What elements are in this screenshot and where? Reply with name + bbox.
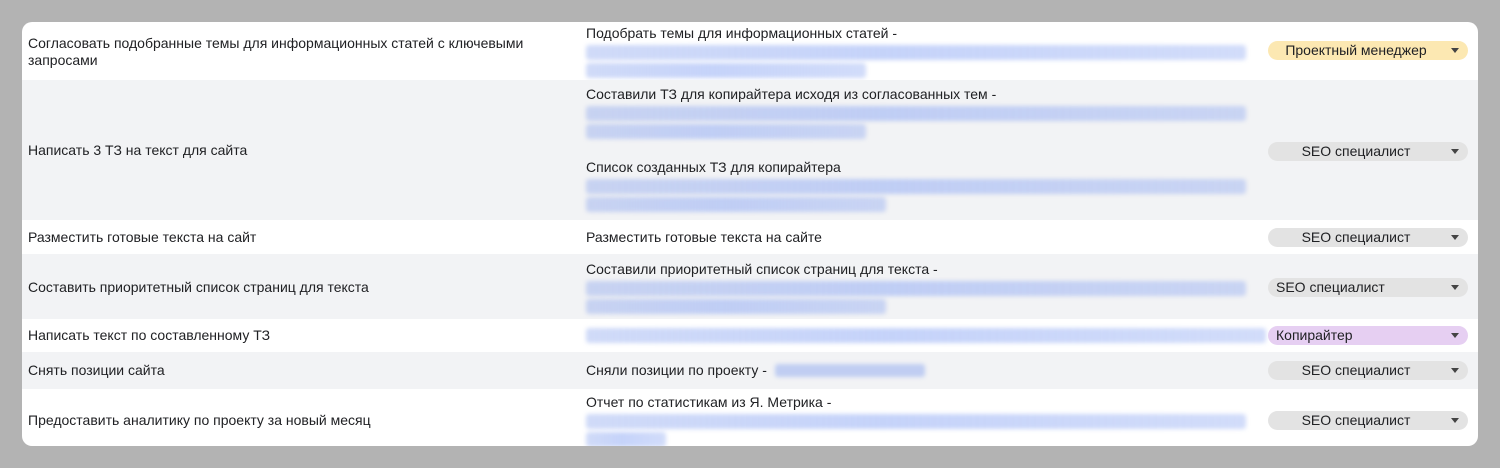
table-row: Написать текст по составленному ТЗ Копир… (22, 319, 1478, 352)
result-text: Список созданных ТЗ для копирайтера (586, 159, 841, 175)
result-link[interactable] (586, 124, 866, 139)
chevron-down-icon (1451, 285, 1459, 290)
result-link[interactable] (586, 45, 1246, 60)
result-text: Составили приоритетный список страниц дл… (586, 261, 938, 277)
task-cell: Написать 3 ТЗ на текст для сайта (28, 142, 248, 158)
role-label: SEO специалист (1276, 279, 1385, 295)
task-cell: Написать текст по составленному ТЗ (28, 327, 271, 343)
result-cell: Отчет по статистикам из Я. Метрика - (586, 394, 1276, 446)
result-cell: Составили ТЗ для копирайтера исходя из с… (586, 86, 1276, 212)
result-link[interactable] (586, 299, 886, 314)
result-link[interactable] (586, 328, 1266, 343)
chevron-down-icon (1451, 418, 1459, 423)
task-cell: Разместить готовые текста на сайт (28, 229, 257, 245)
table-row: Согласовать подобранные темы для информа… (22, 22, 1478, 80)
role-label: Копирайтер (1276, 327, 1353, 343)
chevron-down-icon (1451, 333, 1459, 338)
chevron-down-icon (1451, 48, 1459, 53)
result-link[interactable] (586, 432, 666, 446)
result-link[interactable] (586, 106, 1246, 121)
role-dropdown[interactable]: Проектный менеджер (1268, 41, 1468, 60)
table-row: Написать 3 ТЗ на текст для сайта Состави… (22, 80, 1478, 220)
role-dropdown[interactable]: SEO специалист (1268, 411, 1468, 430)
role-label: SEO специалист (1301, 229, 1411, 245)
result-cell: Составили приоритетный список страниц дл… (586, 261, 1276, 314)
table-row: Составить приоритетный список страниц дл… (22, 254, 1478, 319)
result-link[interactable] (586, 197, 886, 212)
role-dropdown[interactable]: SEO специалист (1268, 142, 1468, 161)
result-link[interactable] (586, 63, 866, 78)
task-cell: Снять позиции сайта (28, 362, 165, 378)
result-cell: Разместить готовые текста на сайте (586, 229, 1276, 246)
chevron-down-icon (1451, 368, 1459, 373)
table-row: Разместить готовые текста на сайт Размес… (22, 220, 1478, 254)
result-cell (586, 328, 1276, 343)
table-row: Снять позиции сайта Сняли позиции по про… (22, 352, 1478, 389)
task-cell: Согласовать подобранные темы для информа… (28, 35, 524, 68)
result-link[interactable] (586, 281, 1246, 296)
result-cell: Подобрать темы для информационных статей… (586, 25, 1276, 78)
result-text: Разместить готовые текста на сайте (586, 229, 822, 245)
role-label: SEO специалист (1301, 362, 1411, 378)
role-label: SEO специалист (1301, 412, 1411, 428)
table-row: Предоставить аналитику по проекту за нов… (22, 389, 1478, 446)
task-cell: Предоставить аналитику по проекту за нов… (28, 412, 371, 428)
role-dropdown[interactable]: SEO специалист (1268, 278, 1468, 297)
chevron-down-icon (1451, 235, 1459, 240)
role-dropdown[interactable]: Копирайтер (1268, 326, 1468, 345)
result-text: Подобрать темы для информационных статей… (586, 25, 898, 41)
role-label: Проектный менеджер (1285, 42, 1427, 58)
result-link[interactable] (775, 364, 926, 378)
result-text: Отчет по статистикам из Я. Метрика - (586, 394, 832, 410)
task-cell: Составить приоритетный список страниц дл… (28, 279, 369, 295)
task-table: Согласовать подобранные темы для информа… (22, 22, 1478, 446)
result-text: Сняли позиции по проекту - (586, 362, 767, 378)
result-link[interactable] (586, 414, 1246, 429)
role-label: SEO специалист (1301, 143, 1411, 159)
result-cell: Сняли позиции по проекту - (586, 362, 1276, 380)
result-text: Составили ТЗ для копирайтера исходя из с… (586, 86, 997, 102)
role-dropdown[interactable]: SEO специалист (1268, 228, 1468, 247)
role-dropdown[interactable]: SEO специалист (1268, 361, 1468, 380)
chevron-down-icon (1451, 149, 1459, 154)
result-link[interactable] (586, 179, 1246, 194)
